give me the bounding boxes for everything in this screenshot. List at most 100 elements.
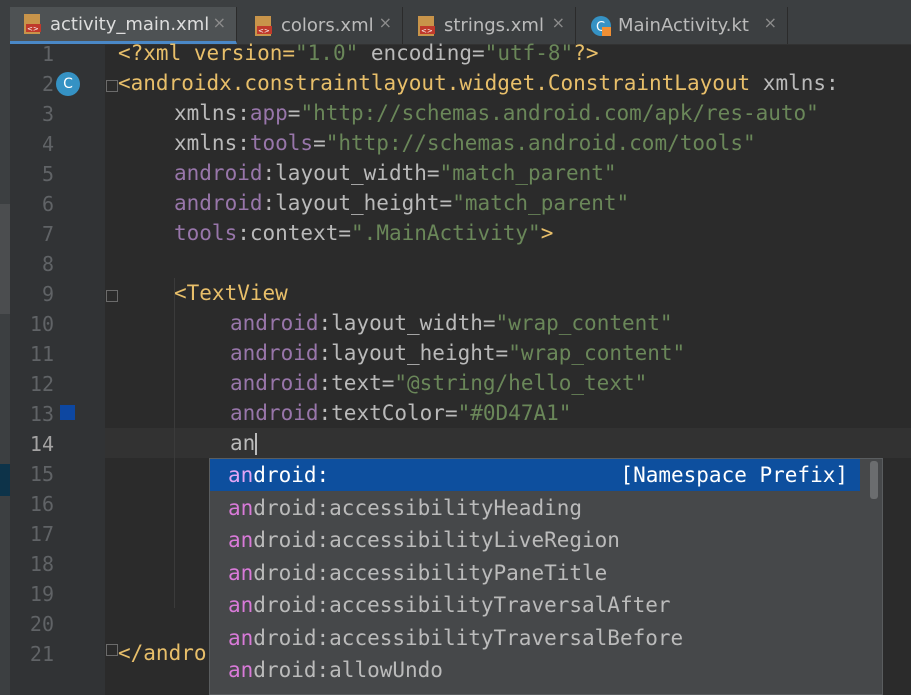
namespace: app [249, 101, 288, 125]
attr-value: "#0D47A1" [457, 401, 572, 425]
line-number: 11 [29, 342, 54, 366]
fold-icon[interactable] [106, 644, 118, 656]
attr-name: :layout_width [262, 161, 427, 185]
tool-window-strip [0, 44, 10, 695]
attr-name: :text [318, 371, 382, 395]
xml-file-icon: <> [416, 15, 438, 37]
line-number: 20 [29, 612, 54, 636]
line-number: 16 [29, 492, 54, 516]
attr-value: "wrap_content" [508, 341, 686, 365]
equals: = [482, 311, 496, 335]
line-number: 9 [41, 282, 54, 306]
xml-file-icon: <> [22, 13, 44, 35]
svg-text:<>: <> [27, 25, 39, 33]
attr-name: :layout_height [318, 341, 496, 365]
class-marker-icon[interactable]: C [56, 72, 80, 96]
match-highlight: an [228, 528, 254, 552]
typed-text: an [230, 431, 256, 455]
line-number: 21 [29, 642, 54, 666]
code-line-12: android:text="@string/hello_text" [230, 368, 647, 398]
line-number: 6 [41, 192, 54, 216]
text-caret [255, 433, 258, 455]
strip-marker [0, 204, 10, 314]
suggestion-text: droid:accessibilityPaneTitle [253, 561, 608, 585]
tag-close: > [540, 221, 554, 245]
line-number: 8 [41, 252, 54, 276]
tab-label: strings.xml [444, 15, 544, 36]
match-highlight: an [228, 626, 254, 650]
namespace: android [230, 341, 319, 365]
suggestion-text: droid:accessibilityTraversalBefore [253, 626, 684, 650]
color-swatch-icon[interactable] [60, 405, 75, 420]
line-number: 5 [41, 162, 54, 186]
suggestion-item[interactable]: android: [Namespace Prefix] [210, 459, 860, 491]
code-line-11: android:layout_height="wrap_content" [230, 338, 685, 368]
attr-name: xmlns: [174, 101, 250, 125]
svg-text:<>: <> [258, 27, 270, 35]
equals: = [313, 131, 326, 155]
attr-name: :textColor [318, 401, 445, 425]
tag-close: </andro [118, 641, 207, 665]
popup-scrollbar[interactable] [870, 461, 878, 499]
namespace: android [230, 401, 319, 425]
tab-mainactivity-kt[interactable]: C MainActivity.kt × [578, 7, 788, 44]
line-number: 10 [29, 312, 54, 336]
namespace: android [230, 311, 319, 335]
code-line-13: android:textColor="#0D47A1" [230, 398, 571, 428]
suggestion-item[interactable]: android:accessibilityLiveRegion [210, 524, 860, 556]
close-icon[interactable]: × [213, 13, 226, 32]
suggestion-text: droid:accessibilityHeading [253, 496, 583, 520]
svg-text:<>: <> [421, 27, 433, 35]
indent-guide [174, 278, 175, 608]
tag-open: <androidx.constraintlayout.widget.Constr… [118, 71, 751, 95]
attr-value: "http://schemas.android.com/tools" [325, 131, 756, 155]
code-line-7: tools:context=".MainActivity"> [174, 218, 553, 248]
equals: = [444, 401, 458, 425]
close-icon[interactable]: × [764, 13, 777, 32]
autocomplete-popup[interactable]: android: [Namespace Prefix] android:acces… [209, 458, 883, 695]
equals: = [426, 161, 440, 185]
equals: = [287, 101, 301, 125]
editor-gutter: 1 2 3 4 5 6 7 8 9 10 11 12 13 14 15 16 1… [10, 42, 118, 695]
attr-name: encoding= [358, 41, 485, 65]
attr-name: :layout_width [318, 311, 483, 335]
fold-icon[interactable] [106, 290, 118, 302]
tab-label: activity_main.xml [50, 13, 210, 35]
match-highlight: an [228, 496, 254, 520]
line-number: 3 [41, 102, 54, 126]
xml-decl-end: ?> [573, 41, 599, 65]
code-line-21: </andro [118, 638, 207, 668]
line-number: 12 [29, 372, 54, 396]
line-number-current: 14 [29, 432, 54, 456]
fold-icon[interactable] [106, 80, 118, 92]
line-number: 19 [29, 582, 54, 606]
namespace: android [174, 161, 263, 185]
line-number: 2 [41, 72, 54, 96]
suggestion-item[interactable]: android:allowUndo [210, 654, 860, 686]
line-number: 18 [29, 552, 54, 576]
close-icon[interactable]: × [552, 13, 565, 32]
match-highlight: an [228, 658, 254, 682]
suggestion-item[interactable]: android:accessibilityPaneTitle [210, 557, 860, 589]
code-line-10: android:layout_width="wrap_content" [230, 308, 673, 338]
namespace: tools [249, 131, 314, 155]
tag-open: <TextView [174, 281, 288, 305]
code-line-3: xmlns:app="http://schemas.android.com/ap… [174, 98, 819, 128]
namespace: android [174, 191, 263, 215]
attr-value: "utf-8" [484, 41, 574, 65]
attr-value: "wrap_content" [495, 311, 673, 335]
tab-label: MainActivity.kt [618, 15, 749, 36]
attr-value: "match_parent" [439, 161, 617, 185]
tab-label: colors.xml [281, 15, 374, 36]
attr-value: "http://schemas.android.com/apk/res-auto… [300, 101, 819, 125]
code-line-6: android:layout_height="match_parent" [174, 188, 629, 218]
code-line-14: an [230, 428, 258, 458]
suggestion-item[interactable]: android:accessibilityTraversalAfter [210, 589, 860, 621]
suggestion-item[interactable]: android:accessibilityTraversalBefore [210, 622, 860, 654]
namespace: tools [174, 221, 238, 245]
suggestion-item[interactable]: android:accessibilityHeading [210, 492, 860, 524]
xml-file-icon: <> [253, 15, 275, 37]
code-line-2: <androidx.constraintlayout.widget.Constr… [118, 68, 839, 98]
close-icon[interactable]: × [379, 13, 392, 32]
line-number: 13 [29, 402, 54, 426]
